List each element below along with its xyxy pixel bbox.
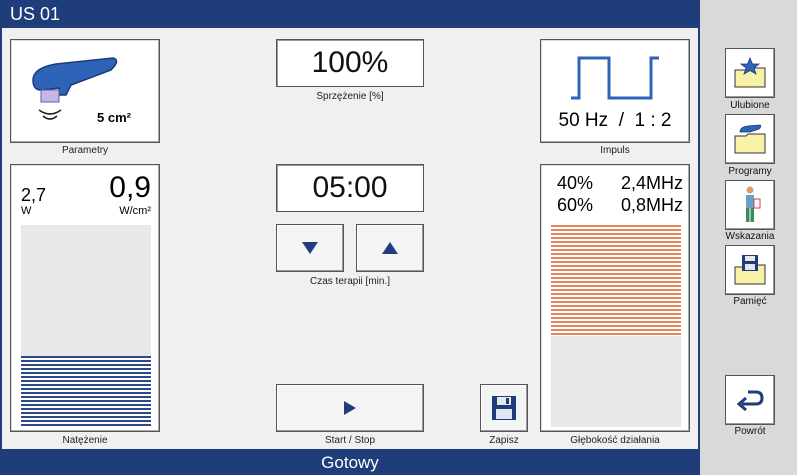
sidebar-item-indications: Wskazania — [725, 231, 775, 242]
depth-row1-pct: 40% — [557, 173, 594, 193]
pulse-wave-icon — [571, 56, 659, 100]
depth-row2-pct: 60% — [557, 195, 594, 215]
play-icon — [344, 401, 356, 415]
density-value: 0,9 — [109, 171, 151, 204]
start-stop-caption: Start / Stop — [324, 435, 376, 446]
timer-value: 05:00 — [276, 164, 424, 212]
timer-decrease-button[interactable] — [276, 224, 344, 272]
sidebar-item-favorites: Ulubione — [730, 100, 770, 111]
coupling-caption: Sprzężenie [%] — [316, 91, 384, 102]
timer-caption: Czas terapii [min.] — [309, 276, 391, 287]
triangle-down-icon — [302, 242, 318, 254]
start-stop-button[interactable] — [276, 384, 424, 432]
parametry-panel[interactable]: 5 cm² — [10, 39, 160, 143]
intensity-caption: Natężenie — [62, 435, 108, 446]
sidebar-item-programs: Programy — [728, 166, 772, 177]
memory-button[interactable] — [725, 245, 775, 295]
density-unit: W/cm² — [119, 205, 151, 217]
sidebar: Ulubione Programy Wskazania Pamięć Powró… — [700, 0, 797, 475]
body-figure-icon — [746, 186, 761, 222]
impuls-caption: Impuls — [600, 145, 630, 156]
pulse-value: 50 Hz / 1 : 2 — [558, 110, 672, 131]
title-bar: US 01 — [0, 0, 700, 28]
head-area-value: 5 cm² — [97, 110, 131, 125]
floppy-disk-icon — [492, 396, 516, 420]
triangle-up-icon — [382, 242, 398, 254]
floppy-folder-icon — [734, 255, 766, 285]
depth-panel[interactable]: 40% 2,4MHz 60% 0,8MHz — [540, 164, 690, 432]
power-value: 2,7 — [21, 185, 47, 205]
indications-button[interactable] — [725, 180, 775, 230]
impuls-panel[interactable]: 50 Hz / 1 : 2 — [540, 39, 690, 143]
intensity-bar-track — [21, 225, 151, 427]
sidebar-item-memory: Pamięć — [733, 296, 767, 307]
main-area: 5 cm² Parametry 100% Sprzężenie [%] 50 H… — [0, 28, 700, 449]
favorites-button[interactable] — [725, 48, 775, 98]
ultrasound-head-icon — [32, 57, 118, 120]
status-bar: Gotowy — [0, 449, 700, 475]
depth-bar-fill — [551, 225, 681, 336]
intensity-bar-fill — [21, 356, 151, 427]
save-button[interactable] — [480, 384, 528, 432]
timer-increase-button[interactable] — [356, 224, 424, 272]
depth-bar-track — [551, 225, 681, 427]
return-arrow-icon — [736, 390, 764, 412]
app-root: US 01 5 cm² Parametry 100% Sprzężenie [%… — [0, 0, 797, 475]
status-text: Gotowy — [321, 453, 379, 472]
star-folder-icon — [734, 56, 766, 88]
return-button[interactable] — [725, 375, 775, 425]
power-unit: W — [21, 205, 32, 217]
depth-row1-freq: 2,4MHz — [620, 173, 683, 193]
programs-button[interactable] — [725, 114, 775, 164]
coupling-value: 100% — [276, 39, 424, 87]
parametry-caption: Parametry — [61, 145, 109, 156]
intensity-panel[interactable]: 2,7 W 0,9 W/cm² — [10, 164, 160, 432]
save-caption: Zapisz — [489, 435, 519, 446]
programs-folder-icon — [734, 124, 766, 154]
window-title: US 01 — [10, 4, 61, 24]
depth-caption: Głębokość działania — [570, 435, 660, 446]
depth-row2-freq: 0,8MHz — [620, 195, 683, 215]
sidebar-item-return: Powrót — [734, 426, 766, 437]
